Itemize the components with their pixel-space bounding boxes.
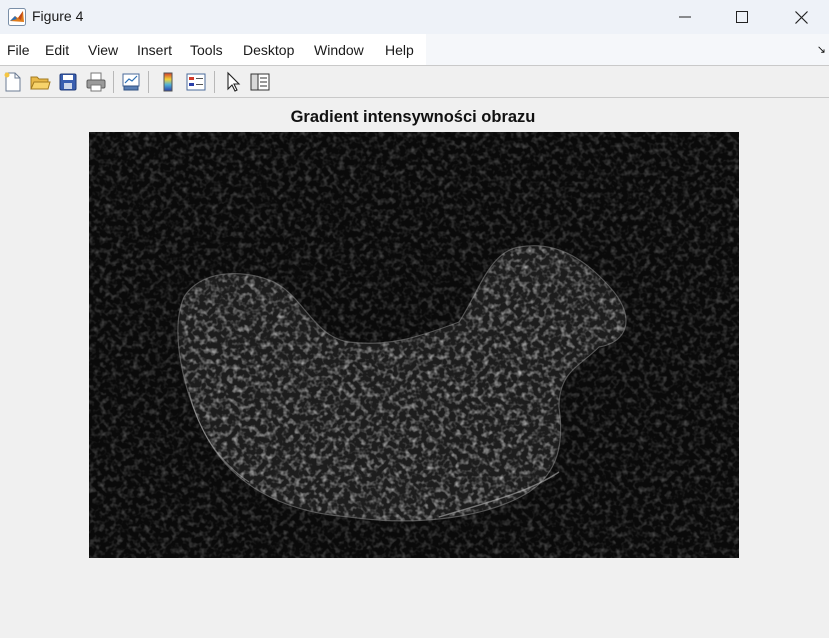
dock-arrow-icon[interactable]: ↘ [817, 43, 826, 56]
maximize-icon [736, 11, 748, 23]
insert-colorbar-icon[interactable] [157, 71, 179, 93]
minimize-button[interactable] [657, 0, 713, 34]
menu-insert[interactable]: Insert [137, 42, 172, 58]
save-icon[interactable] [57, 71, 79, 93]
insert-legend-icon[interactable] [185, 71, 207, 93]
open-file-icon[interactable] [29, 71, 51, 93]
menu-window[interactable]: Window [314, 42, 364, 58]
toolbar-separator [214, 71, 215, 93]
title-bar: Figure 4 [0, 0, 829, 34]
window-title: Figure 4 [32, 8, 84, 24]
figure-toolbar [0, 65, 829, 98]
menu-bar: File Edit View Insert Tools Desktop Wind… [0, 34, 829, 65]
maximize-button[interactable] [714, 0, 770, 34]
menu-file[interactable]: File [7, 42, 30, 58]
toolbar-separator [113, 71, 114, 93]
property-inspector-icon[interactable] [249, 71, 271, 93]
toolbar-separator [148, 71, 149, 93]
close-icon [794, 10, 808, 24]
menu-help[interactable]: Help [385, 42, 414, 58]
menu-view[interactable]: View [88, 42, 118, 58]
matlab-logo-icon [8, 8, 26, 26]
link-plot-icon[interactable] [120, 71, 142, 93]
menu-bar-fill [426, 34, 829, 65]
minimize-icon [679, 16, 691, 18]
menu-tools[interactable]: Tools [190, 42, 223, 58]
close-button[interactable] [773, 0, 829, 34]
print-icon[interactable] [85, 71, 107, 93]
plot-title: Gradient intensywności obrazu [290, 108, 536, 126]
gradient-image [89, 132, 739, 558]
new-figure-icon[interactable] [2, 71, 24, 93]
edit-plot-pointer-icon[interactable] [222, 71, 244, 93]
menu-edit[interactable]: Edit [45, 42, 69, 58]
menu-desktop[interactable]: Desktop [243, 42, 294, 58]
